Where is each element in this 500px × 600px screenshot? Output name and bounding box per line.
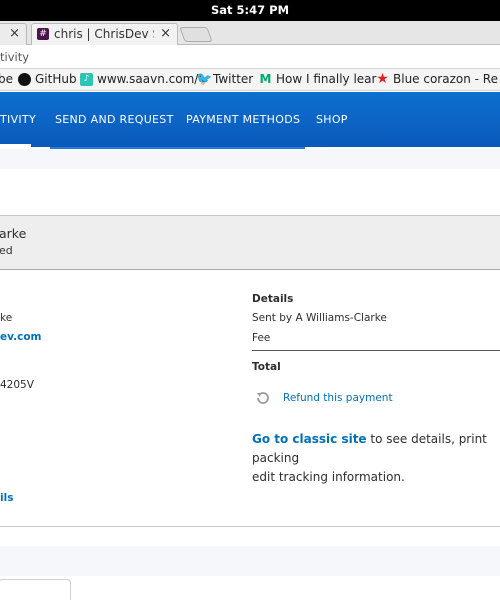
bookmark-item[interactable]: be xyxy=(0,69,13,90)
star-icon: ★ xyxy=(376,71,389,87)
browser-tab-active[interactable]: # chris | ChrisDev Sla × xyxy=(31,23,178,45)
bookmarks-bar: be GitHub ♪ www.saavn.com/ 🐦 Twitter M H… xyxy=(0,69,500,91)
tab-strip: × # chris | ChrisDev Sla × xyxy=(0,21,500,45)
view-details-link[interactable]: ils xyxy=(0,492,13,504)
classic-site-notice: Go to classic site to see details, print… xyxy=(252,432,487,484)
details-divider xyxy=(252,350,500,351)
paypal-nav: TIVITY SEND AND REQUEST PAYMENT METHODS … xyxy=(0,92,500,147)
close-tab-icon[interactable]: × xyxy=(9,24,20,44)
fee-label: Fee xyxy=(252,332,271,344)
classic-site-link[interactable]: Go to classic site xyxy=(252,432,367,446)
details-heading: Details xyxy=(252,293,294,305)
footer-strip xyxy=(0,546,500,576)
nav-shop[interactable]: SHOP xyxy=(316,92,348,147)
nav-payment-methods[interactable]: PAYMENT METHODS xyxy=(186,92,300,147)
close-tab-icon[interactable]: × xyxy=(160,24,171,44)
bookmark-medium[interactable]: M How I finally lear xyxy=(259,69,377,90)
github-icon xyxy=(18,73,31,86)
saavn-icon: ♪ xyxy=(80,73,93,86)
bookmark-saavn[interactable]: ♪ www.saavn.com/ xyxy=(80,69,198,90)
refund-icon[interactable] xyxy=(255,390,271,406)
browser-tab[interactable]: × xyxy=(0,23,27,45)
page-strip xyxy=(0,149,500,169)
transaction-id: 4205V xyxy=(0,379,34,391)
medium-icon: M xyxy=(259,72,272,86)
bookmark-github[interactable]: GitHub xyxy=(18,69,77,90)
counterparty-name: arke xyxy=(0,226,27,241)
nav-activity[interactable]: TIVITY xyxy=(0,92,36,147)
bookmark-twitter[interactable]: 🐦 Twitter xyxy=(196,69,253,90)
payer-name: ke xyxy=(0,312,13,324)
footer-button[interactable] xyxy=(0,579,71,600)
system-clock: Sat 5:47 PM xyxy=(0,0,500,21)
total-label: Total xyxy=(252,361,281,373)
slack-favicon-icon: # xyxy=(37,28,49,40)
nav-send-and-request[interactable]: SEND AND REQUEST xyxy=(55,92,174,147)
address-bar[interactable]: tivity xyxy=(0,46,500,69)
bookmark-blue-corazon[interactable]: ★ Blue corazon - Re xyxy=(376,69,498,90)
tab-title: chris | ChrisDev Sla xyxy=(54,27,154,41)
payer-email-link[interactable]: ev.com xyxy=(0,331,41,343)
sent-by-text: Sent by A Williams-Clarke xyxy=(252,312,387,324)
new-tab-button[interactable] xyxy=(179,27,213,42)
transaction-status: ed xyxy=(0,244,13,257)
transaction-header[interactable]: arke ed xyxy=(0,216,500,270)
refund-payment-link[interactable]: Refund this payment xyxy=(283,392,393,404)
twitter-icon: 🐦 xyxy=(196,72,213,87)
